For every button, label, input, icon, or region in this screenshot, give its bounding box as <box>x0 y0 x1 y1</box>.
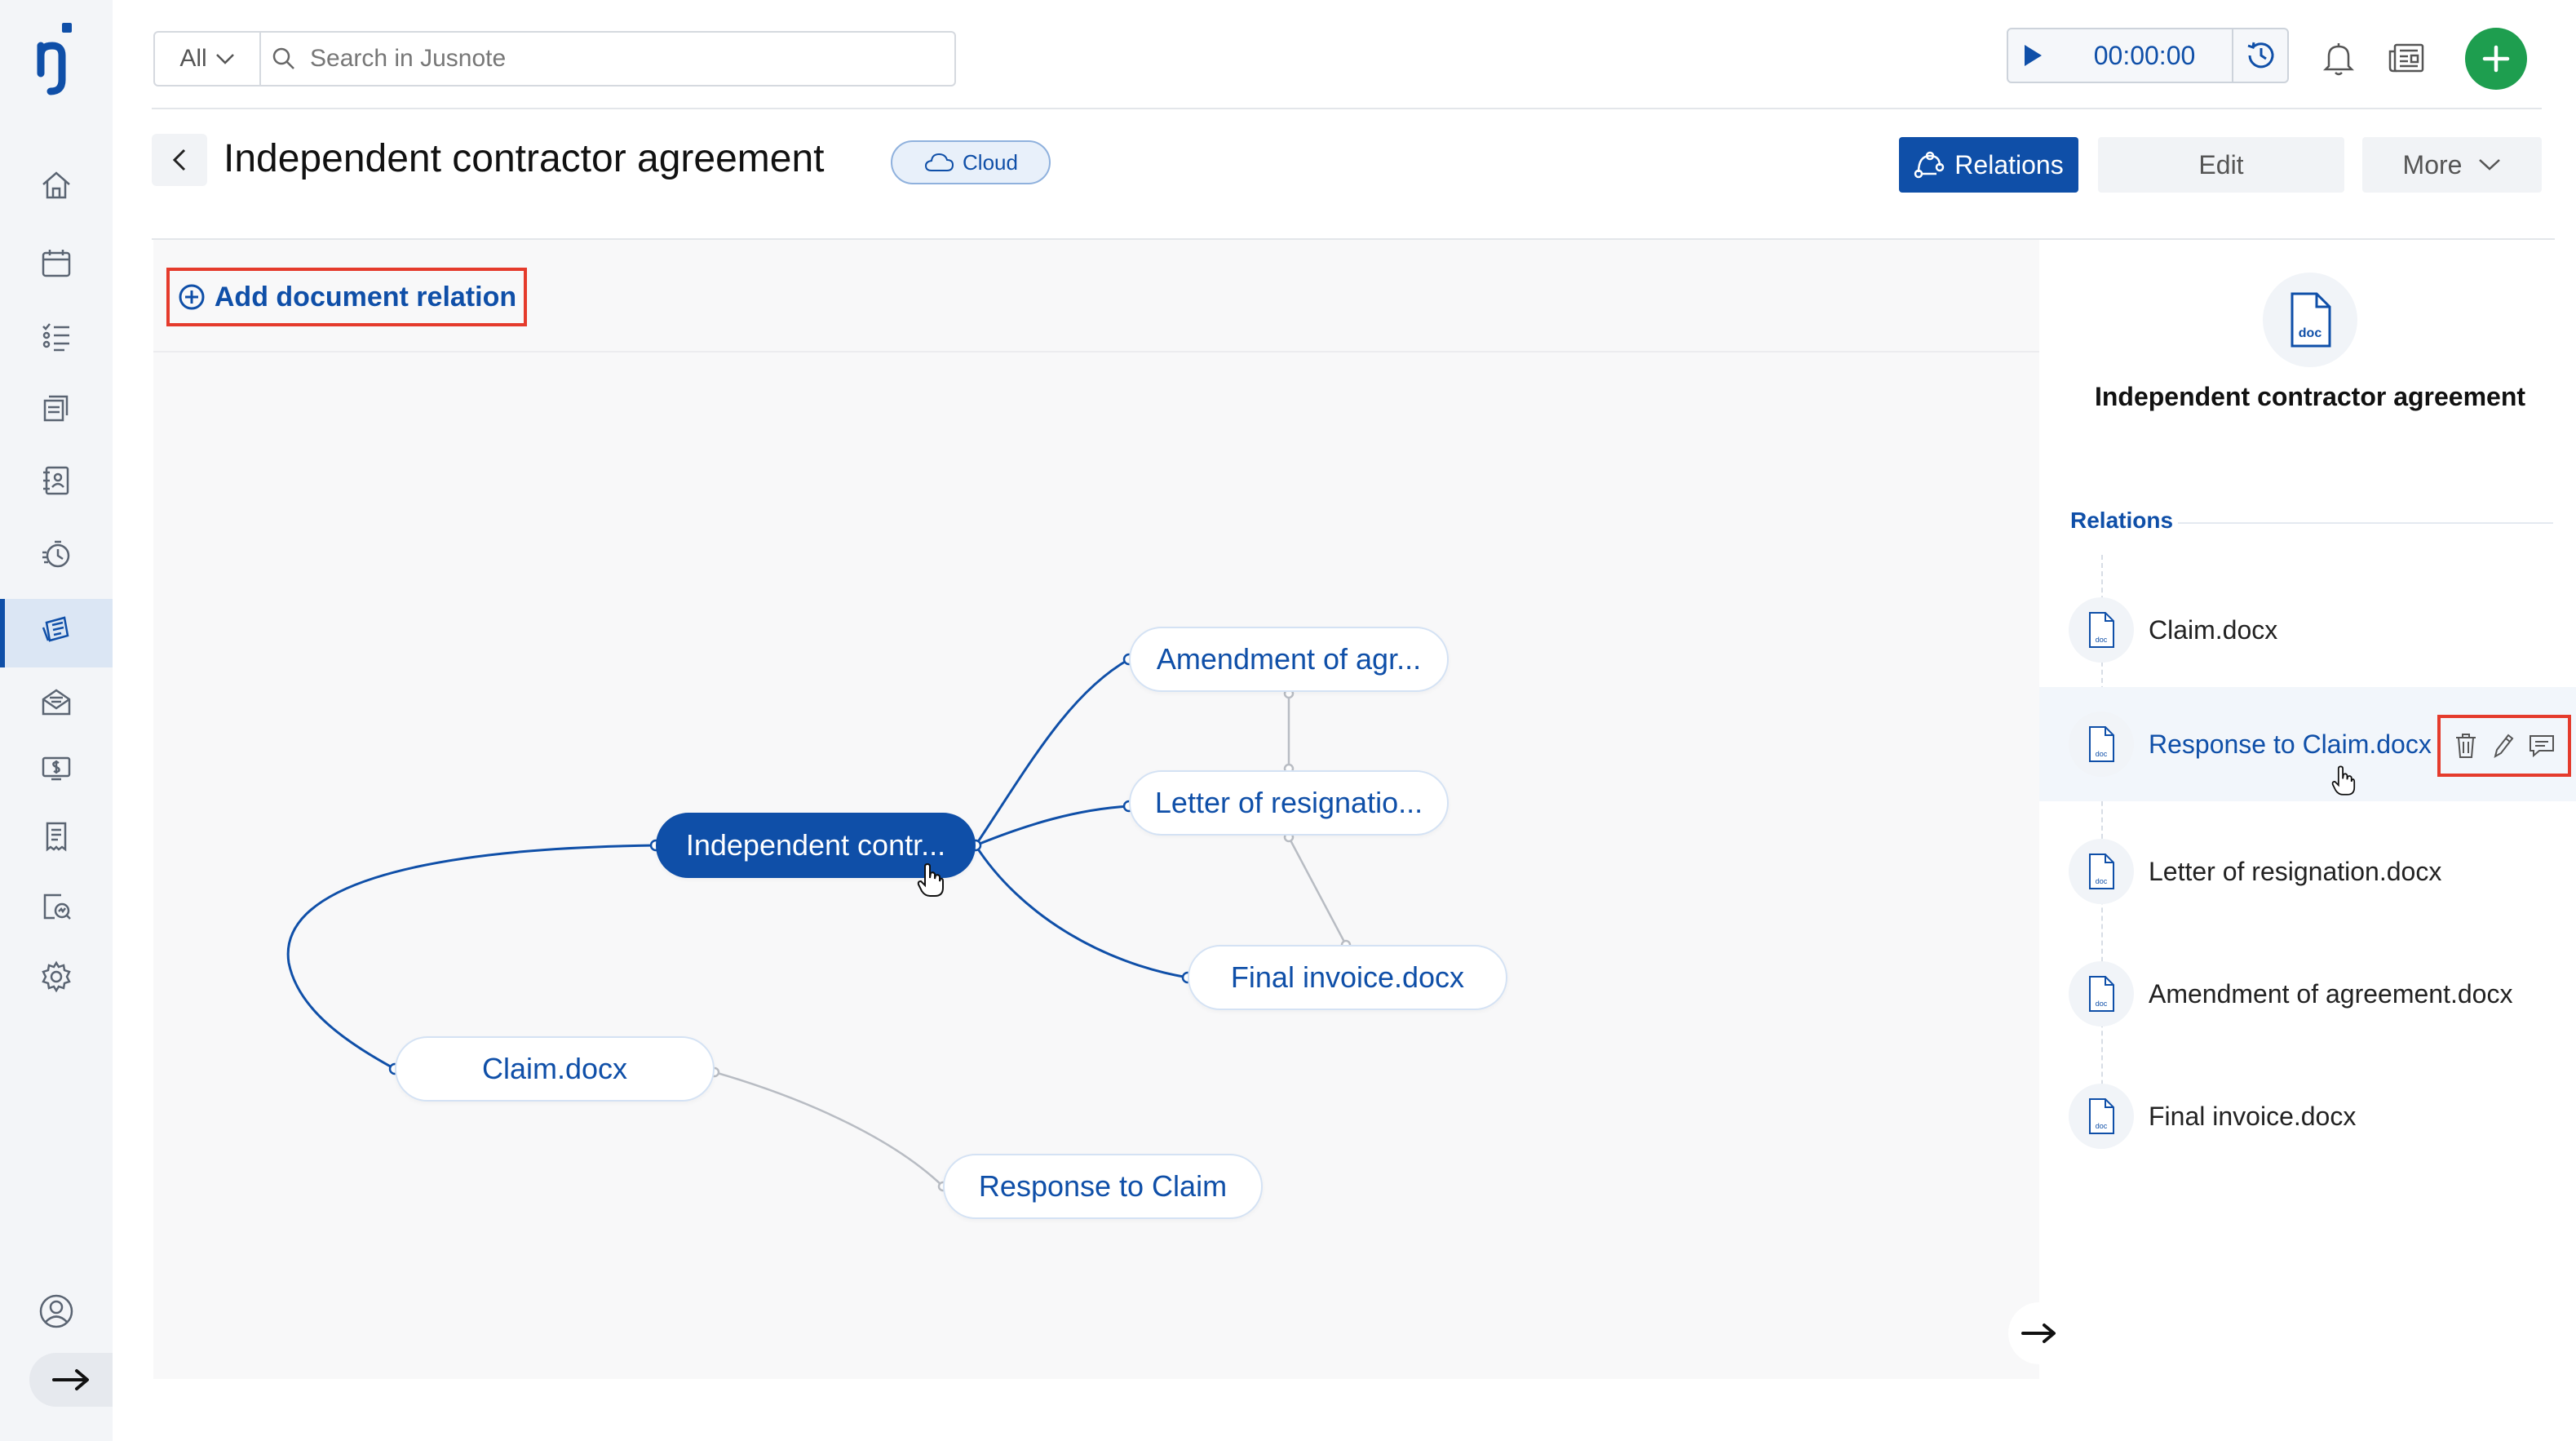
pencil-icon <box>2494 734 2514 759</box>
graph-node-amendment[interactable]: Amendment of agr... <box>1129 627 1449 692</box>
connector-main-amendment <box>974 658 1130 846</box>
graph-node-label: Independent contr... <box>685 828 946 862</box>
relation-item-name: Response to Claim.docx <box>2149 729 2432 759</box>
relation-item-name: Claim.docx <box>2149 615 2278 645</box>
delete-relation-button[interactable] <box>2454 732 2478 760</box>
svg-text:doc: doc <box>2096 636 2108 644</box>
hand-cursor-icon <box>917 863 944 897</box>
relations-heading-line <box>2178 522 2553 524</box>
svg-text:doc: doc <box>2096 877 2108 885</box>
relation-item-name: Final invoice.docx <box>2149 1102 2357 1131</box>
hand-cursor-icon <box>2331 765 2356 796</box>
graph-node-label: Final invoice.docx <box>1230 960 1465 994</box>
relation-item-claim[interactable]: doc Claim.docx <box>2039 573 2576 687</box>
relation-row-actions <box>2437 715 2571 777</box>
relation-item-final-invoice[interactable]: doc Final invoice.docx <box>2039 1059 2576 1173</box>
graph-node-response[interactable]: Response to Claim <box>943 1154 1263 1219</box>
graph-node-label: Amendment of agr... <box>1156 642 1422 676</box>
graph-node-final-invoice[interactable]: Final invoice.docx <box>1188 945 1507 1010</box>
doc-file-icon: doc <box>2069 712 2134 777</box>
doc-file-icon: doc <box>2069 839 2134 904</box>
connector-letter-final <box>1287 836 1348 946</box>
connector-main-final <box>974 845 1188 979</box>
arrow-right-icon <box>2021 1324 2056 1343</box>
doc-icon-label: doc <box>2298 326 2322 340</box>
trash-icon <box>2455 734 2476 758</box>
doc-file-icon: doc <box>2069 961 2134 1026</box>
panel-document-title: Independent contractor agreement <box>2094 382 2526 411</box>
relation-item-name: Amendment of agreement.docx <box>2149 979 2513 1009</box>
graph-node-label: Response to Claim <box>978 1169 1228 1203</box>
relation-item-amendment[interactable]: doc Amendment of agreement.docx <box>2039 937 2576 1051</box>
relation-item-letter[interactable]: doc Letter of resignation.docx <box>2039 814 2576 929</box>
graph-node-claim[interactable]: Claim.docx <box>395 1036 715 1102</box>
doc-file-icon: doc <box>2069 597 2134 663</box>
graph-node-label: Letter of resignatio... <box>1154 786 1423 819</box>
graph-node-letter[interactable]: Letter of resignatio... <box>1129 770 1449 836</box>
doc-file-icon: doc <box>2069 1084 2134 1149</box>
graph-node-label: Claim.docx <box>481 1052 628 1085</box>
connector-main-claim <box>286 844 657 1071</box>
comment-relation-button[interactable] <box>2528 733 2556 759</box>
document-avatar: doc <box>2263 273 2357 367</box>
relations-heading: Relations <box>2070 508 2174 533</box>
relation-item-name: Letter of resignation.docx <box>2149 857 2442 886</box>
edit-relation-button[interactable] <box>2490 732 2515 760</box>
svg-text:doc: doc <box>2096 1000 2108 1008</box>
comment-icon <box>2529 735 2554 758</box>
svg-text:doc: doc <box>2096 1122 2108 1130</box>
svg-text:doc: doc <box>2096 750 2108 758</box>
collapse-panel-button[interactable] <box>2008 1302 2070 1364</box>
connector-claim-response <box>714 1071 944 1187</box>
